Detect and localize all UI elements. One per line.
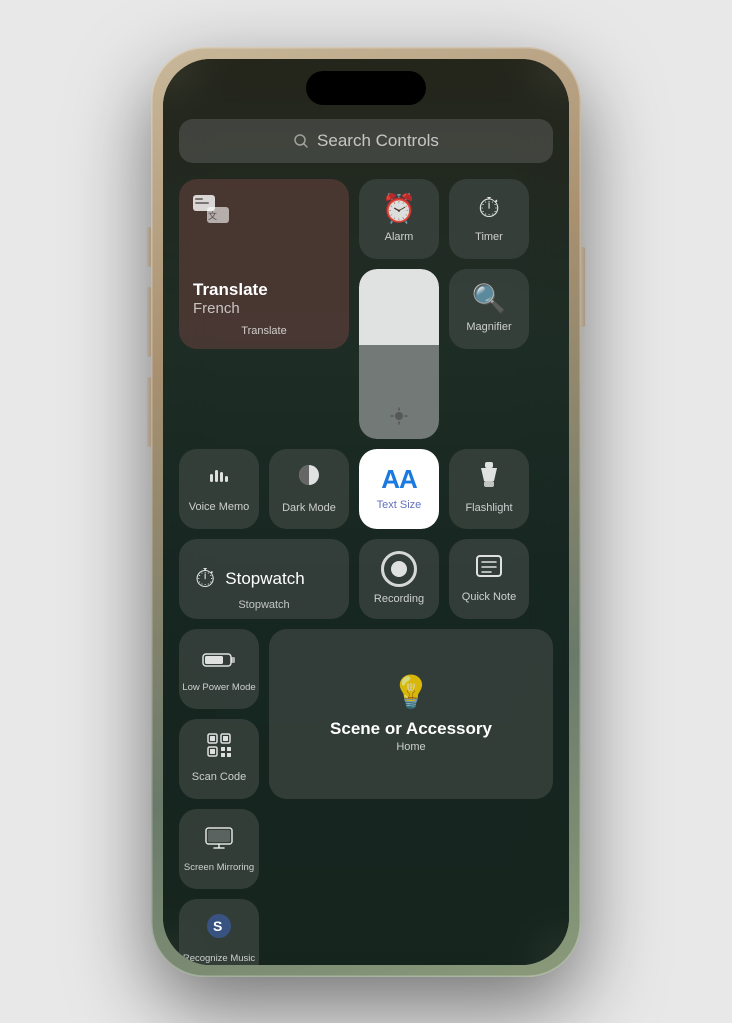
home-tile[interactable]: 💡 Scene or Accessory Home xyxy=(269,629,553,799)
screen-mirroring-icon xyxy=(205,824,233,856)
svg-text:文: 文 xyxy=(208,210,217,221)
right-col-1: ⏰ Alarm ⏱ Timer xyxy=(359,179,553,439)
home-icon: 💡 xyxy=(391,673,431,711)
magnifier-tile[interactable]: 🔍 Magnifier xyxy=(449,269,529,349)
dark-mode-tile[interactable]: Dark Mode xyxy=(269,449,349,529)
scan-code-icon xyxy=(206,732,232,765)
shazam-icon: S xyxy=(205,912,233,947)
low-power-icon xyxy=(202,644,236,676)
flashlight-tile[interactable]: Flashlight xyxy=(449,449,529,529)
dark-mode-label: Dark Mode xyxy=(282,502,336,515)
translate-icon: 文 xyxy=(193,193,233,238)
recognize-music-label: Recognize Music xyxy=(183,953,255,964)
stopwatch-tile[interactable]: ⏱ Stopwatch Stopwatch xyxy=(179,539,349,619)
translate-title: Translate xyxy=(193,280,268,300)
timer-tile[interactable]: ⏱ Timer xyxy=(449,179,529,259)
phone-frame: Search Controls 文 xyxy=(151,47,581,977)
alarm-tile[interactable]: ⏰ Alarm xyxy=(359,179,439,259)
power-button[interactable] xyxy=(581,247,585,327)
home-scene-title: Scene or Accessory xyxy=(330,719,492,739)
sun-icon xyxy=(390,407,408,425)
text-size-label: Text Size xyxy=(377,499,422,512)
slider-magnifier-row: 🔍 Magnifier xyxy=(359,269,553,439)
screen-background: Search Controls 文 xyxy=(163,59,569,965)
magnifier-label: Magnifier xyxy=(466,321,511,334)
stopwatch-label: Stopwatch xyxy=(179,599,349,611)
row-1: 文 Translate French Translate xyxy=(179,179,553,439)
control-center: Search Controls 文 xyxy=(163,119,569,965)
screen-mirroring-tile[interactable]: Screen Mirroring xyxy=(179,809,259,889)
voice-memo-tile[interactable]: Voice Memo xyxy=(179,449,259,529)
dark-mode-icon xyxy=(295,461,323,496)
timer-icon: ⏱ xyxy=(478,192,500,225)
dynamic-island xyxy=(306,71,426,105)
quick-note-icon xyxy=(475,553,503,585)
flashlight-label: Flashlight xyxy=(465,502,512,515)
recording-tile[interactable]: Recording xyxy=(359,539,439,619)
volume-down-button[interactable] xyxy=(147,377,151,447)
screen-mirroring-label: Screen Mirroring xyxy=(184,862,254,873)
text-size-tile[interactable]: AA Text Size xyxy=(359,449,439,529)
volume-up-button[interactable] xyxy=(147,287,151,357)
alarm-timer-row: ⏰ Alarm ⏱ Timer xyxy=(359,179,553,259)
slider-top xyxy=(359,269,439,346)
stopwatch-icon: ⏱ xyxy=(195,563,215,595)
phone-screen: Search Controls 文 xyxy=(163,59,569,965)
scan-code-label: Scan Code xyxy=(192,771,246,784)
low-power-label: Low Power Mode xyxy=(182,682,255,693)
quick-note-label: Quick Note xyxy=(462,591,516,604)
row-4: Low Power Mode xyxy=(179,629,553,965)
quick-note-tile[interactable]: Quick Note xyxy=(449,539,529,619)
alarm-icon: ⏰ xyxy=(382,192,417,225)
timer-label: Timer xyxy=(475,231,503,244)
voice-memo-label: Voice Memo xyxy=(189,501,250,514)
row-2: Voice Memo Dark Mode AA Text S xyxy=(179,449,553,529)
brightness-slider[interactable] xyxy=(359,269,439,439)
row-3: ⏱ Stopwatch Stopwatch Recording xyxy=(179,539,553,619)
search-icon xyxy=(293,133,309,149)
home-label: Home xyxy=(396,741,425,754)
low-power-tile[interactable]: Low Power Mode xyxy=(179,629,259,709)
translate-label: Translate xyxy=(179,325,349,338)
alarm-label: Alarm xyxy=(385,231,414,244)
recording-dot xyxy=(391,561,407,577)
search-bar[interactable]: Search Controls xyxy=(179,119,553,163)
magnifier-icon: 🔍 xyxy=(472,282,507,315)
stopwatch-title: Stopwatch xyxy=(225,569,304,589)
recording-icon xyxy=(381,551,417,587)
translate-tile[interactable]: 文 Translate French Translate xyxy=(179,179,349,349)
recording-label: Recording xyxy=(374,593,424,606)
recognize-music-tile[interactable]: S Recognize Music xyxy=(179,899,259,965)
left-col-4: Low Power Mode xyxy=(179,629,259,965)
text-size-icon: AA xyxy=(381,464,417,495)
silent-switch[interactable] xyxy=(147,227,151,267)
svg-text:S: S xyxy=(213,918,222,934)
search-placeholder: Search Controls xyxy=(317,131,439,151)
translate-subtitle: French xyxy=(193,300,268,317)
flashlight-icon xyxy=(478,461,500,496)
scan-code-tile[interactable]: Scan Code xyxy=(179,719,259,799)
voice-memo-icon xyxy=(206,462,232,495)
